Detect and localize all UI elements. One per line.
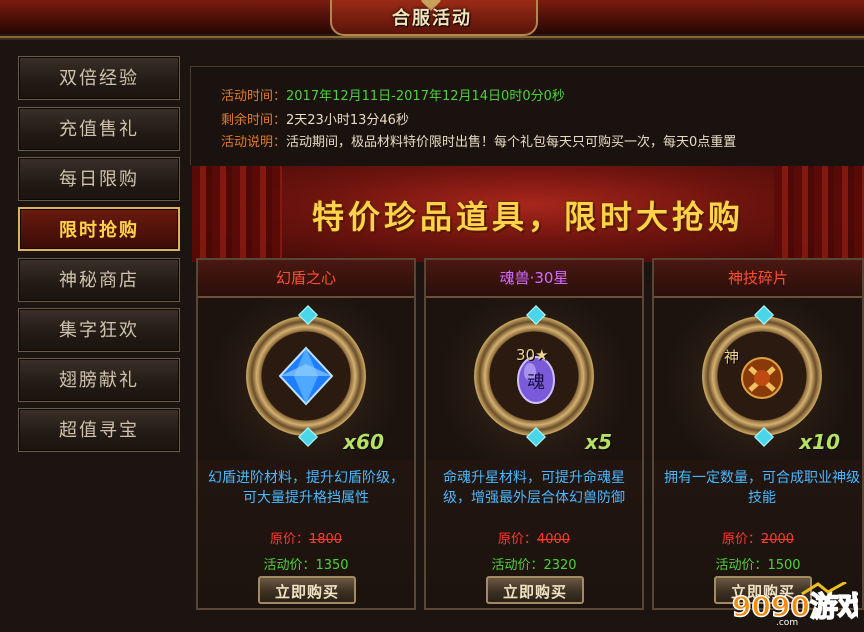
sale-price: 活动价：2320: [426, 554, 642, 573]
original-price-label: 原价：: [269, 532, 309, 547]
sidebar-item-recharge-gift[interactable]: 充值售礼: [18, 107, 180, 151]
sale-price-value: 2320: [543, 558, 577, 573]
divine-label: 神: [724, 348, 740, 366]
sidebar-item-treasure-hunt[interactable]: 超值寻宝: [18, 408, 180, 452]
site-watermark-logo: 9090游戏 .com: [732, 582, 858, 626]
skill-fragment-icon: [741, 357, 783, 399]
original-price: 原价：4000: [426, 528, 642, 547]
event-time-label: 活动时间：: [221, 89, 287, 104]
original-price: 原价：2000: [654, 528, 862, 547]
star-level-label: 30★: [516, 346, 549, 364]
remaining-time-label: 剩余时间：: [221, 113, 287, 128]
original-price-value: 2000: [760, 532, 795, 547]
watermark-domain: .com: [776, 618, 798, 626]
sale-price-label: 活动价：: [491, 558, 544, 573]
product-card: 幻盾之心 x60 幻盾进阶材料，提升幻盾阶级，可大量提升格挡属性 原价：1800…: [196, 258, 416, 610]
remaining-time-value: 2天23小时13分46秒: [286, 113, 409, 128]
event-info-panel: 活动时间：2017年12月11日-2017年12月14日0时0分0秒 剩余时间：…: [190, 66, 864, 165]
sidebar-item-wing-gift[interactable]: 翅膀献礼: [18, 358, 180, 402]
card-header: 神技碎片: [654, 260, 862, 298]
event-time-value: 2017年12月11日-2017年12月14日0时0分0秒: [286, 89, 565, 104]
card-title: 幻盾之心: [275, 269, 336, 287]
sidebar-item-flash-sale[interactable]: 限时抢购: [18, 207, 180, 251]
item-quantity: x60: [343, 430, 384, 454]
item-frame[interactable]: 魂 30★ x5: [426, 298, 642, 460]
card-header: 幻盾之心: [198, 260, 414, 298]
sidebar-item-word-collect[interactable]: 集字狂欢: [18, 308, 180, 352]
sale-price-label: 活动价：: [263, 558, 316, 573]
svg-text:魂: 魂: [527, 372, 545, 393]
product-card: 神技碎片 神 x10 拥有一定数量，可合成职业神级技能 原价：2000 活动价：…: [652, 258, 864, 610]
sale-price: 活动价：1500: [654, 554, 862, 573]
item-quantity: x10: [799, 430, 840, 454]
item-quantity: x5: [585, 430, 612, 454]
card-header: 魂兽·30星: [426, 260, 642, 298]
sidebar-item-daily-limit[interactable]: 每日限购: [18, 157, 180, 201]
title-bar: 合服活动: [0, 0, 864, 38]
event-desc-row: 活动说明：活动期间，极品材料特价限时出售！每个礼包每天只可购买一次，每天0点重置: [221, 131, 736, 150]
buy-now-button[interactable]: 立即购买: [486, 576, 584, 604]
card-title: 魂兽·30星: [499, 269, 569, 287]
remaining-time-row: 剩余时间：2天23小时13分46秒: [221, 109, 409, 128]
sale-price-label: 活动价：: [715, 558, 768, 573]
event-time-row: 活动时间：2017年12月11日-2017年12月14日0时0分0秒: [221, 85, 565, 104]
original-price-label: 原价：: [721, 532, 761, 547]
sidebar-item-mystery-shop[interactable]: 神秘商店: [18, 258, 180, 302]
sale-price: 活动价：1350: [198, 554, 414, 573]
sidebar-item-double-exp[interactable]: 双倍经验: [18, 56, 180, 100]
blue-diamond-icon: [278, 346, 334, 406]
item-frame[interactable]: x60: [198, 298, 414, 460]
original-price-value: 1800: [308, 532, 343, 547]
sale-price-value: 1500: [767, 558, 801, 573]
promo-banner: 特价珍品道具，限时大抢购: [192, 166, 864, 262]
buy-now-button[interactable]: 立即购买: [258, 576, 356, 604]
product-card: 魂兽·30星 魂 30★ x5 命魂升星材料，可提升命魂星级，增强最外层合体幻兽…: [424, 258, 644, 610]
window-title: 合服活动: [392, 8, 472, 29]
original-price-label: 原价：: [497, 532, 537, 547]
sale-price-value: 1350: [315, 558, 349, 573]
item-description: 命魂升星材料，可提升命魂星级，增强最外层合体幻兽防御: [443, 470, 625, 506]
item-frame[interactable]: 神 x10: [654, 298, 862, 460]
item-description: 幻盾进阶材料，提升幻盾阶级，可大量提升格挡属性: [208, 470, 404, 506]
item-description: 拥有一定数量，可合成职业神级技能: [664, 470, 860, 506]
banner-headline: 特价珍品道具，限时大抢购: [311, 198, 744, 236]
event-desc-label: 活动说明：: [221, 135, 287, 150]
event-desc-value: 活动期间，极品材料特价限时出售！每个礼包每天只可购买一次，每天0点重置: [286, 135, 737, 150]
original-price: 原价：1800: [198, 528, 414, 547]
original-price-value: 4000: [536, 532, 571, 547]
card-title: 神技碎片: [727, 269, 788, 287]
